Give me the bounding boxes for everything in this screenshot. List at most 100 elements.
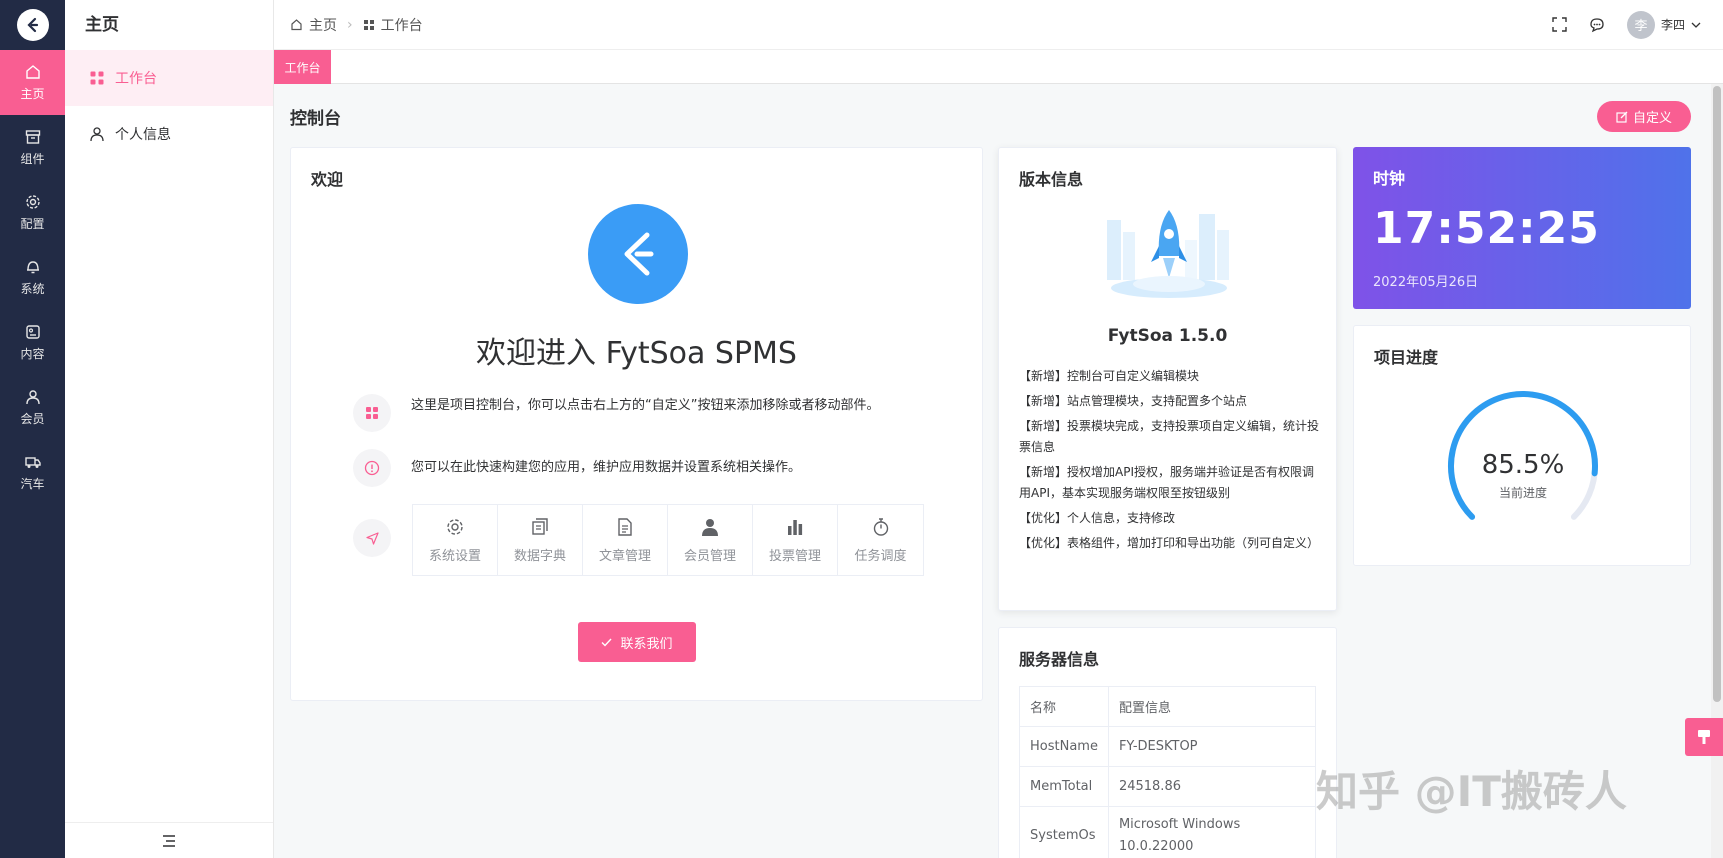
shortcut-grid: 系统设置 数据字典 文章管理 会员管理 投票管理 任务调度 (412, 504, 924, 576)
rail-item-home[interactable]: 主页 (0, 50, 65, 115)
progress-gauge: 85.5% 当前进度 (1448, 391, 1599, 520)
app-logo[interactable] (0, 0, 65, 50)
avatar: 李 (1626, 10, 1655, 39)
menu-icon (163, 834, 175, 847)
sidebar-item-label: 工作台 (115, 71, 157, 87)
clock-time: 17:52:25 (1373, 203, 1600, 254)
fullscreen-icon[interactable] (1552, 17, 1567, 32)
gauge-value: 85.5% (1482, 450, 1565, 480)
rail-item-label: 会员 (20, 412, 45, 426)
header-actions: 李 李四 (1552, 10, 1723, 39)
content-icon (25, 325, 40, 339)
breadcrumb-separator: › (347, 16, 353, 33)
box-icon (25, 130, 40, 144)
contact-us-button[interactable]: 联系我们 (578, 622, 696, 662)
dictionary-icon (532, 517, 548, 535)
table-cell: FY-DESKTOP (1107, 726, 1317, 767)
check-icon (601, 638, 612, 647)
user-menu[interactable]: 李 李四 (1626, 10, 1701, 39)
shortcut-article-management[interactable]: 文章管理 (583, 505, 668, 575)
scrollbar-thumb[interactable] (1713, 86, 1721, 702)
welcome-card: 欢迎 欢迎进入 FytSoa SPMS 这里是项目控制台，你可以点击右上方的“自… (290, 147, 983, 701)
customize-button[interactable]: 自定义 (1597, 101, 1691, 132)
home-icon (25, 65, 40, 79)
gauge-label: 当前进度 (1499, 485, 1547, 500)
table-row: HostName FY-DESKTOP (1019, 726, 1317, 767)
user-icon (25, 390, 40, 405)
message-icon[interactable] (1589, 17, 1605, 33)
brush-icon (1698, 730, 1710, 744)
user-name: 李四 (1660, 18, 1685, 32)
theme-float-button[interactable] (1685, 718, 1723, 756)
sidebar-title: 主页 (85, 15, 119, 35)
document-icon (618, 517, 632, 536)
column-header: 配置信息 (1107, 686, 1317, 727)
shortcut-data-dictionary[interactable]: 数据字典 (498, 505, 583, 575)
rail-item-label: 配置 (20, 217, 45, 231)
user-icon (90, 127, 104, 142)
shortcut-label: 任务调度 (854, 548, 907, 564)
rail-item-config[interactable]: 配置 (0, 180, 65, 245)
shortcut-label: 文章管理 (598, 548, 651, 564)
shortcut-system-settings[interactable]: 系统设置 (413, 505, 498, 575)
sub-sidebar: 主页 工作台 个人信息 (65, 0, 274, 858)
sidebar-item-profile[interactable]: 个人信息 (65, 106, 273, 162)
welcome-title: 欢迎 (311, 170, 344, 189)
version-note: 【优化】个人信息，支持修改 (1019, 511, 1176, 525)
grid-icon (90, 71, 104, 85)
clock-title: 时钟 (1373, 169, 1406, 188)
rail-item-label: 主页 (20, 87, 45, 101)
stopwatch-icon (873, 517, 888, 536)
rail-item-content[interactable]: 内容 (0, 310, 65, 375)
home-icon (291, 19, 302, 31)
table-row: SystemOs Microsoft Windows 10.0.22000 (1019, 806, 1317, 858)
sidebar-item-workbench[interactable]: 工作台 (65, 50, 273, 106)
server-table: 名称 配置信息 HostName FY-DESKTOP MemTotal 245… (1019, 686, 1317, 858)
shortcut-label: 投票管理 (768, 548, 821, 564)
column-header: 名称 (1019, 686, 1109, 727)
table-cell: SystemOs (1019, 806, 1109, 858)
logo-icon (16, 9, 49, 41)
breadcrumb: 主页 › 工作台 (274, 15, 423, 35)
bar-chart-icon (788, 519, 803, 535)
tip-text: 这里是项目控制台，你可以点击右上方的“自定义”按钮来添加移除或者移动部件。 (411, 398, 880, 413)
breadcrumb-item-workbench[interactable]: 工作台 (381, 15, 423, 35)
version-note: 【优化】表格组件，增加打印和导出功能（列可自定义） (1019, 536, 1320, 550)
progress-card: 项目进度 85.5% 当前进度 (1353, 325, 1691, 566)
rail-item-system[interactable]: 系统 (0, 245, 65, 310)
tip-build: 您可以在此快速构建您的应用，维护应用数据并设置系统相关操作。 (353, 449, 911, 487)
table-cell: 24518.86 (1107, 766, 1317, 807)
version-name: FytSoa 1.5.0 (1107, 326, 1228, 346)
shortcut-vote-management[interactable]: 投票管理 (753, 505, 838, 575)
rail-item-label: 汽车 (20, 477, 45, 491)
truck-icon (24, 457, 41, 468)
shortcut-task-scheduling[interactable]: 任务调度 (838, 505, 923, 575)
clock-card: 时钟 17:52:25 2022年05月26日 (1353, 147, 1691, 309)
contact-us-label: 联系我们 (620, 636, 673, 652)
breadcrumb-item-home[interactable]: 主页 (309, 15, 337, 35)
clock-date: 2022年05月26日 (1373, 275, 1479, 290)
shortcut-label: 会员管理 (683, 548, 736, 564)
table-cell: MemTotal (1019, 766, 1109, 807)
grid-icon (363, 19, 374, 30)
page-title: 控制台 (290, 109, 341, 129)
tag-workbench[interactable]: 工作台 (274, 50, 331, 84)
progress-title: 项目进度 (1374, 348, 1439, 367)
fytsoa-logo (588, 204, 688, 304)
version-note: 【新增】控制台可自定义编辑模块 (1019, 369, 1200, 383)
rail-item-label: 内容 (20, 347, 45, 361)
table-cell: HostName (1019, 726, 1109, 767)
top-header: 主页 › 工作台 李 李四 (274, 0, 1723, 50)
gear-icon (25, 195, 40, 209)
rail-item-members[interactable]: 会员 (0, 375, 65, 440)
rail-item-label: 组件 (20, 152, 45, 166)
shortcut-label: 系统设置 (428, 548, 481, 564)
collapse-menu-button[interactable] (65, 822, 273, 858)
server-card: 服务器信息 名称 配置信息 HostName FY-DESKTOP MemTot… (998, 627, 1337, 858)
tip-alert-icon (353, 449, 391, 487)
edit-icon (1616, 111, 1628, 123)
rail-item-components[interactable]: 组件 (0, 115, 65, 180)
welcome-heading: 欢迎进入 FytSoa SPMS (476, 336, 797, 371)
rail-item-car[interactable]: 汽车 (0, 440, 65, 505)
shortcut-member-management[interactable]: 会员管理 (668, 505, 753, 575)
